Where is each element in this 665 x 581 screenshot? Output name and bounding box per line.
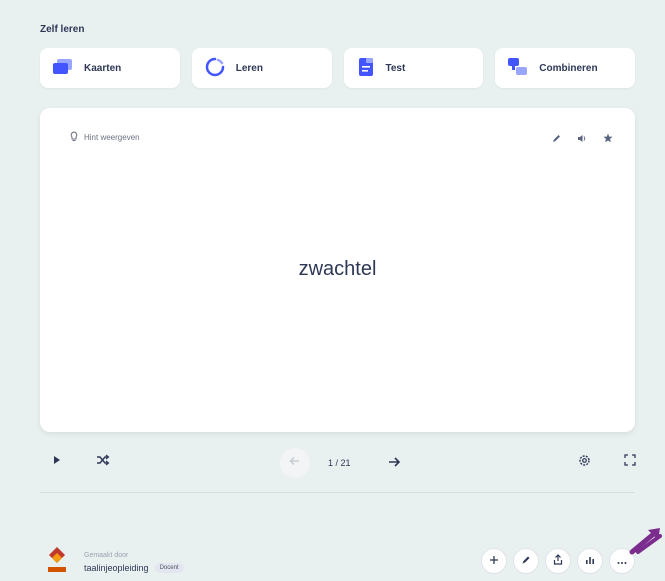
mode-button-test[interactable]: Test [343, 48, 484, 88]
arrow-left-icon [289, 454, 301, 472]
study-modes: Kaarten Leren Test Combineren [40, 48, 635, 88]
play-icon[interactable] [52, 454, 62, 466]
previous-card-button[interactable] [280, 448, 310, 478]
set-actions [481, 548, 635, 574]
stats-button[interactable] [577, 548, 603, 574]
created-by-label: Gemaakt door [84, 551, 129, 559]
divider [40, 492, 635, 493]
shuffle-icon[interactable] [96, 454, 110, 466]
mode-label: Kaarten [84, 62, 122, 74]
cards-icon [52, 58, 74, 79]
share-button[interactable] [545, 548, 571, 574]
hint-label: Hint weergeven [84, 133, 140, 142]
learn-cycle-icon [204, 57, 226, 80]
share-icon [553, 552, 563, 570]
creator-avatar[interactable] [44, 545, 70, 580]
mode-label: Combineren [539, 62, 598, 74]
star-icon[interactable] [603, 130, 613, 148]
audio-speaker-icon[interactable] [577, 130, 587, 148]
card-controls: 1 / 21 [40, 448, 636, 480]
fullscreen-icon[interactable] [624, 454, 636, 466]
bar-chart-icon [585, 552, 595, 570]
plus-icon [489, 552, 499, 570]
mode-label: Leren [235, 62, 263, 74]
lightbulb-icon [70, 131, 78, 144]
match-icon [507, 57, 529, 80]
mode-button-combineren[interactable]: Combineren [495, 48, 635, 88]
mode-button-leren[interactable]: Leren [191, 48, 332, 88]
creator-info: Gemaakt door taalinjeopleiding Docent [44, 544, 184, 580]
creator-name[interactable]: taalinjeopleiding [84, 563, 149, 573]
creator-row: taalinjeopleiding Docent [84, 562, 184, 573]
edit-pencil-icon[interactable] [552, 130, 561, 148]
role-badge: Docent [154, 562, 184, 573]
edit-button[interactable] [513, 548, 539, 574]
creator-meta: Gemaakt door taalinjeopleiding Docent [84, 552, 184, 573]
next-card-button[interactable] [380, 450, 408, 478]
mode-button-kaarten[interactable]: Kaarten [40, 48, 180, 88]
section-title: Zelf leren [40, 24, 85, 35]
flashcard[interactable]: Hint weergeven zwachtel [40, 108, 635, 432]
arrow-right-icon [387, 455, 401, 474]
card-counter: 1 / 21 [328, 458, 351, 468]
mode-label: Test [385, 62, 406, 74]
settings-gear-icon[interactable] [578, 454, 591, 467]
card-term: zwachtel [298, 258, 377, 280]
add-button[interactable] [481, 548, 507, 574]
hint-toggle[interactable]: Hint weergeven [70, 131, 140, 144]
annotation-arrow-icon [626, 526, 664, 561]
test-document-icon [356, 57, 376, 80]
edit-pencil-icon [521, 552, 531, 570]
card-tools [552, 130, 613, 148]
